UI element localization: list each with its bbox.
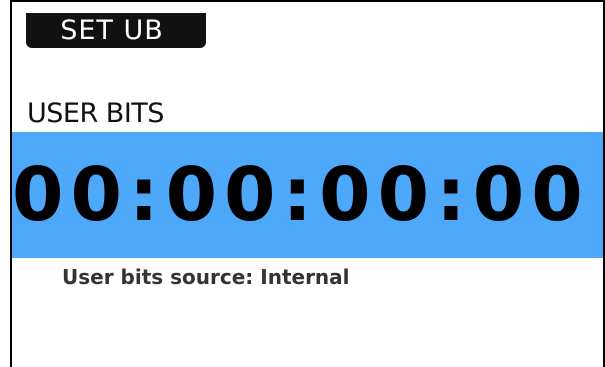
page-title: SET UB	[26, 13, 206, 48]
user-bits-source-text: User bits source: Internal	[62, 265, 350, 289]
user-bits-value: 00:00:00:00	[12, 152, 590, 238]
user-bits-label: USER BITS	[27, 98, 164, 129]
user-bits-value-field[interactable]: 00:00:00:00	[12, 132, 603, 258]
